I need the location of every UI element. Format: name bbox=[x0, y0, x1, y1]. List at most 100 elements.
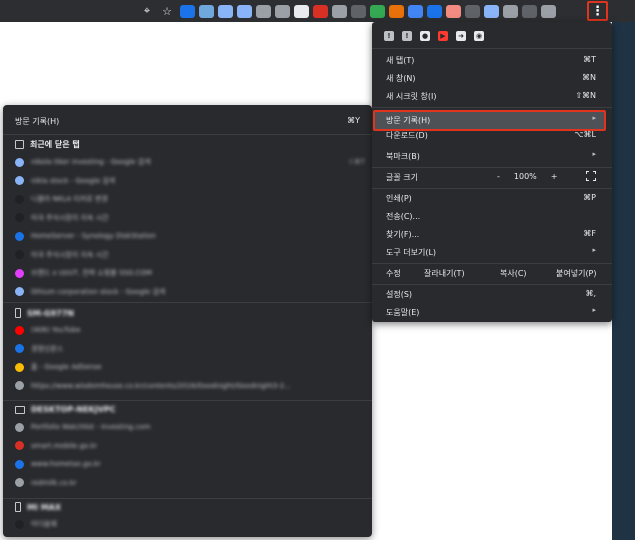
favicon-icon bbox=[15, 422, 24, 432]
extension-icon[interactable] bbox=[541, 4, 556, 18]
history-entry[interactable]: 니콜라 NKLA 티커로 변경 bbox=[15, 191, 365, 207]
cut-button[interactable]: 잘라내기(T) bbox=[424, 268, 465, 279]
history-entry[interactable]: 미디움웨 bbox=[15, 516, 365, 532]
history-entry[interactable]: Portfolio Watchlist - Investing.com bbox=[15, 419, 365, 435]
browser-toolbar: ⌖ ☆ ⋮ bbox=[0, 0, 635, 22]
find-item[interactable]: 찾기(F)... ⌘F bbox=[372, 225, 612, 243]
favicon-icon bbox=[15, 519, 24, 529]
settings-item[interactable]: 설정(S) ⌘, bbox=[372, 285, 612, 303]
device-header-1: SM-G977N bbox=[15, 308, 74, 318]
bookmark-icon[interactable]: ! bbox=[402, 31, 412, 41]
history-entry[interactable]: (406) YouTube bbox=[15, 322, 365, 338]
extension-icon[interactable] bbox=[218, 4, 233, 18]
extension-icon[interactable] bbox=[484, 4, 499, 18]
new-window-item[interactable]: 새 창(N) ⌘N bbox=[372, 69, 612, 87]
chevron-right-icon: ▸ bbox=[592, 246, 596, 254]
history-entry[interactable]: 미국 주식시장이 지속 시간 bbox=[15, 247, 365, 263]
compass-icon[interactable]: ◉ bbox=[474, 31, 484, 41]
page-background-strip bbox=[612, 22, 635, 540]
history-entry[interactable]: HomeServer - Synology DiskStation bbox=[15, 228, 365, 244]
new-tab-item[interactable]: 새 탭(T) ⌘T bbox=[372, 51, 612, 69]
copy-button[interactable]: 복사(C) bbox=[500, 268, 527, 279]
chevron-right-icon: ▸ bbox=[592, 306, 596, 314]
favicon-icon bbox=[15, 478, 24, 487]
bookmarks-item[interactable]: 북마크(B) ▸ bbox=[372, 147, 612, 165]
history-entry[interactable]: nikola tiker investing - Google 검색 ⇧⌘T bbox=[15, 154, 365, 170]
favicon-icon bbox=[15, 194, 24, 204]
new-incognito-item[interactable]: 새 시크릿 창(I) ⇧⌘N bbox=[372, 87, 612, 105]
chrome-menu-button[interactable]: ⋮ bbox=[587, 1, 608, 21]
history-entry[interactable]: 경향신문스 bbox=[15, 341, 365, 357]
history-entry[interactable]: lithium corporation stock - Google 검색 bbox=[15, 284, 365, 300]
extension-icon[interactable] bbox=[294, 4, 309, 18]
history-entry[interactable]: https://www.wisdomhouse.co.kr/contents/2… bbox=[15, 378, 365, 394]
extension-icon[interactable] bbox=[275, 4, 290, 18]
history-item[interactable]: 방문 기록(H) ▸ bbox=[372, 111, 612, 129]
extension-icon[interactable] bbox=[522, 4, 537, 18]
history-entry[interactable]: www.hometax.go.kr bbox=[15, 456, 365, 472]
print-item[interactable]: 인쇄(P) ⌘P bbox=[372, 189, 612, 207]
extension-icons-row: !! ● ▶ ➜ ◉ bbox=[384, 31, 484, 41]
history-entry-title: 미국 주식시장이 지속 시간 bbox=[31, 250, 109, 259]
arrow-icon[interactable]: ➜ bbox=[456, 31, 466, 41]
history-entry-title: smart.mobile.go.kr bbox=[31, 441, 98, 450]
phone-icon bbox=[15, 502, 21, 512]
history-entry[interactable]: 미국 주식시장이 지속 시간 bbox=[15, 210, 365, 226]
extension-icon[interactable] bbox=[465, 4, 480, 18]
computer-icon bbox=[15, 405, 25, 414]
device-header-2: DESKTOP-NEKJVPC bbox=[15, 405, 116, 414]
recently-closed-header: 최근에 닫은 탭 bbox=[15, 139, 80, 150]
location-icon[interactable]: ⌖ bbox=[140, 4, 154, 18]
history-entry-title: lithium corporation stock - Google 검색 bbox=[31, 287, 166, 296]
history-entry-title: Portfolio Watchlist - Investing.com bbox=[31, 423, 151, 431]
favicon-icon bbox=[15, 441, 24, 450]
help-item[interactable]: 도움말(E) ▸ bbox=[372, 303, 612, 321]
extension-icon[interactable] bbox=[446, 4, 461, 18]
extension-icon[interactable] bbox=[237, 4, 252, 18]
favicon-icon bbox=[15, 362, 24, 372]
extension-icon[interactable] bbox=[389, 4, 404, 18]
history-entry-title: redmilk.co.kr bbox=[31, 478, 77, 487]
zoom-in-button[interactable]: + bbox=[551, 172, 558, 181]
extension-icon[interactable] bbox=[503, 4, 518, 18]
youtube-icon[interactable]: ▶ bbox=[438, 31, 448, 41]
downloads-item[interactable]: 다운로드(D) ⌥⌘L bbox=[372, 129, 612, 141]
bookmark-star-icon[interactable]: ☆ bbox=[160, 5, 174, 18]
history-entry[interactable]: 브랜드 x UI/UT, 전략 쇼핑몰 SSG.COM bbox=[15, 265, 365, 281]
paste-button[interactable]: 붙여넣기(P) bbox=[556, 268, 597, 279]
favicon-icon bbox=[15, 231, 24, 241]
extension-icon[interactable] bbox=[370, 4, 385, 18]
divider bbox=[372, 107, 612, 108]
extension-icon[interactable] bbox=[427, 4, 442, 18]
extension-icon[interactable] bbox=[351, 4, 366, 18]
favicon-icon bbox=[15, 157, 24, 167]
fullscreen-icon[interactable] bbox=[586, 171, 596, 181]
edit-row: 수정 잘라내기(T) 복사(C) 붙여넣기(P) bbox=[386, 268, 597, 279]
extension-icon[interactable] bbox=[256, 4, 271, 18]
history-entry[interactable]: 홈 - Google AdSense bbox=[15, 359, 365, 375]
history-entry-title: HomeServer - Synology DiskStation bbox=[31, 232, 156, 240]
bookmark-icon[interactable]: ! bbox=[384, 31, 394, 41]
extension-icon[interactable] bbox=[199, 4, 214, 18]
chevron-right-icon: ▸ bbox=[592, 114, 596, 122]
history-entry[interactable]: smart.mobile.go.kr bbox=[15, 438, 365, 454]
history-entry-title: 니콜라 NKLA 티커로 변경 bbox=[31, 195, 108, 203]
favicon-icon bbox=[15, 287, 24, 296]
extension-icon[interactable] bbox=[408, 4, 423, 18]
extension-strip bbox=[180, 4, 556, 18]
history-entry-title: 미디움웨 bbox=[31, 520, 57, 528]
extension-icon[interactable] bbox=[313, 4, 328, 18]
history-entry[interactable]: nikla stock - Google 검색 bbox=[15, 173, 365, 189]
record-icon[interactable]: ● bbox=[420, 31, 430, 41]
history-header[interactable]: 방문 기록(H) ⌘Y bbox=[3, 111, 372, 131]
extension-icon[interactable] bbox=[180, 4, 195, 18]
history-entry[interactable]: redmilk.co.kr bbox=[15, 475, 365, 491]
extension-icon[interactable] bbox=[332, 4, 347, 18]
divider bbox=[3, 302, 372, 303]
cast-item[interactable]: 전송(C)... bbox=[372, 207, 612, 225]
zoom-out-button[interactable]: - bbox=[497, 172, 500, 181]
more-tools-item[interactable]: 도구 더보기(L) ▸ bbox=[372, 243, 612, 261]
tab-icon bbox=[15, 140, 24, 149]
history-entry-title: (406) YouTube bbox=[31, 326, 81, 334]
favicon-icon bbox=[15, 381, 24, 390]
